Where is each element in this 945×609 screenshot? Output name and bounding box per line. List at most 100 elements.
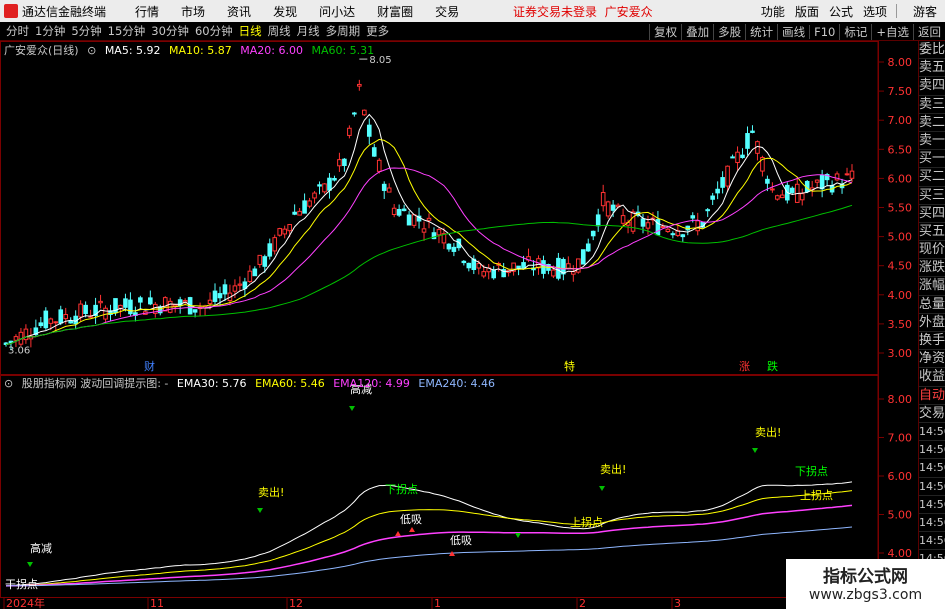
candle-body (780, 194, 785, 199)
menu-market[interactable]: 市场 (181, 3, 205, 20)
candle-body (590, 230, 596, 237)
candle-body (322, 183, 327, 193)
tick-time: 14:56 (919, 496, 945, 514)
candle-body (551, 269, 556, 277)
kline-chart[interactable]: 8.00 7.50 7.00 6.50 6.00 5.50 5.00 4.50 4.00 3.50… (0, 41, 918, 609)
candle-body (312, 192, 317, 199)
menu-formula[interactable]: 公式 (829, 3, 853, 20)
candle-body (222, 284, 228, 295)
chart-tool-button[interactable]: +自选 (871, 23, 913, 40)
login-status[interactable]: 证券交易未登录 广安爱众 (513, 3, 653, 20)
menu-news[interactable]: 资讯 (227, 3, 251, 20)
title-bar: 通达信金融终端 行情 市场 资讯 发现 问小达 财富圈 交易 证券交易未登录 广… (0, 0, 945, 22)
quote-side-panel: 委比 卖五 卖四 卖三 卖二 卖一 买一 买二 买三 买四 买五 现价 涨跌 涨幅 总量 外盘 换手 净资 收益 自动… (918, 41, 945, 609)
candle-body (332, 177, 337, 181)
ema60-value: EMA60: 5.46 (255, 377, 325, 390)
signal-label: 上拐点 (570, 515, 603, 529)
menu-ask[interactable]: 问小达 (319, 3, 355, 20)
candle-body (695, 220, 701, 232)
candle-body (750, 130, 755, 133)
chart-tool-button[interactable]: 返回 (913, 23, 945, 40)
candle-body (396, 208, 402, 216)
event-marker: 跌 (767, 359, 778, 373)
menu-layout[interactable]: 版面 (795, 3, 819, 20)
chart-tool-button[interactable]: 画线 (777, 23, 809, 40)
indicator-dropdown-icon[interactable]: ⊙ (4, 377, 13, 390)
period-tab[interactable]: 更多 (366, 23, 389, 39)
menu-wealth[interactable]: 财富圈 (377, 3, 413, 20)
quote-field-label: 卖三 (919, 96, 945, 114)
candle-body (585, 243, 591, 252)
period-tab[interactable]: 周线 (268, 23, 291, 39)
candle-body (138, 297, 143, 303)
candle-body (272, 237, 278, 252)
candle-body (307, 200, 312, 207)
candle-body (670, 233, 676, 236)
candle-body (362, 109, 367, 116)
period-tab[interactable]: 60分钟 (195, 23, 233, 39)
settings-icon[interactable]: ⊙ (87, 44, 96, 57)
side-tab[interactable]: 交易 (919, 405, 945, 423)
ma10-value: MA10: 5.87 (169, 44, 232, 57)
candle-body (217, 293, 223, 299)
menu-function[interactable]: 功能 (761, 3, 785, 20)
candle-body (735, 151, 740, 164)
chart-tool-button[interactable]: 复权 (649, 23, 681, 40)
period-tab[interactable]: 多周期 (326, 23, 361, 39)
x-tick-label: 2 (579, 597, 586, 609)
candle-body (491, 269, 496, 279)
period-tab[interactable]: 日线 (239, 23, 262, 39)
period-toolbar: 分时 1分钟 5分钟 15分钟 30分钟 60分钟 日线 周线 月线 多周期 更多 复权 叠加 多股 统计… (0, 22, 945, 41)
candle-body (451, 246, 457, 252)
quote-field-label: 卖五 (919, 59, 945, 78)
ma20-line (5, 167, 853, 345)
candle-body (53, 321, 59, 324)
candle-body (386, 187, 392, 193)
y-tick-label: 3.00 (888, 347, 913, 360)
candle-body (98, 300, 103, 304)
signal-label: 下拐点 (795, 464, 828, 478)
menu-options[interactable]: 选项 (863, 3, 887, 20)
chart-tool-button[interactable]: F10 (809, 24, 839, 39)
candle-body (157, 306, 163, 314)
chart-tool-button[interactable]: 叠加 (681, 23, 713, 40)
candle-body (605, 201, 611, 217)
menu-discover[interactable]: 发现 (273, 3, 297, 20)
candle-body (660, 226, 666, 229)
period-tab[interactable]: 5分钟 (71, 23, 101, 39)
quote-field-label: 卖四 (919, 77, 945, 96)
ma20-value: MA20: 6.00 (240, 44, 303, 57)
candle-body (237, 283, 243, 286)
period-tab[interactable]: 15分钟 (108, 23, 146, 39)
quote-field-label: 涨跌 (919, 259, 945, 278)
chart-tool-button[interactable]: 标记 (839, 23, 871, 40)
candle-body (476, 263, 482, 269)
side-tab[interactable]: 自动 (919, 387, 945, 405)
quote-field-label: 卖二 (919, 114, 945, 132)
low-label: 3.06 (8, 346, 30, 357)
ma10-line (5, 138, 853, 345)
menu-trade[interactable]: 交易 (435, 3, 459, 20)
period-tab[interactable]: 30分钟 (151, 23, 189, 39)
menu-divider (895, 4, 897, 18)
main-legend: 广安爱众(日线) ⊙ MA5: 5.92 MA10: 5.87 MA20: 6.… (4, 42, 379, 58)
quote-field-label: 净资 (919, 350, 945, 369)
period-tab[interactable]: 分时 (6, 23, 29, 39)
period-tab[interactable]: 月线 (297, 23, 320, 39)
chart-tool-button[interactable]: 统计 (745, 23, 777, 40)
candle-body (421, 228, 427, 233)
candle-body (580, 249, 586, 265)
candle-body (770, 188, 775, 191)
quote-field-label: 外盘 (919, 314, 945, 332)
quote-field-label: 卖一 (919, 132, 945, 151)
candle-body (446, 243, 452, 250)
candle-body (690, 215, 696, 219)
chart-tool-button[interactable]: 多股 (713, 23, 745, 40)
period-tab[interactable]: 1分钟 (35, 23, 65, 39)
up-arrow-icon (409, 527, 415, 532)
menu-quotes[interactable]: 行情 (135, 3, 159, 20)
y-tick-label: 7.00 (888, 432, 913, 445)
candle-body (391, 207, 397, 215)
watermark-title: 指标公式网 (823, 567, 908, 587)
guest-button[interactable]: 游客 (913, 3, 937, 20)
